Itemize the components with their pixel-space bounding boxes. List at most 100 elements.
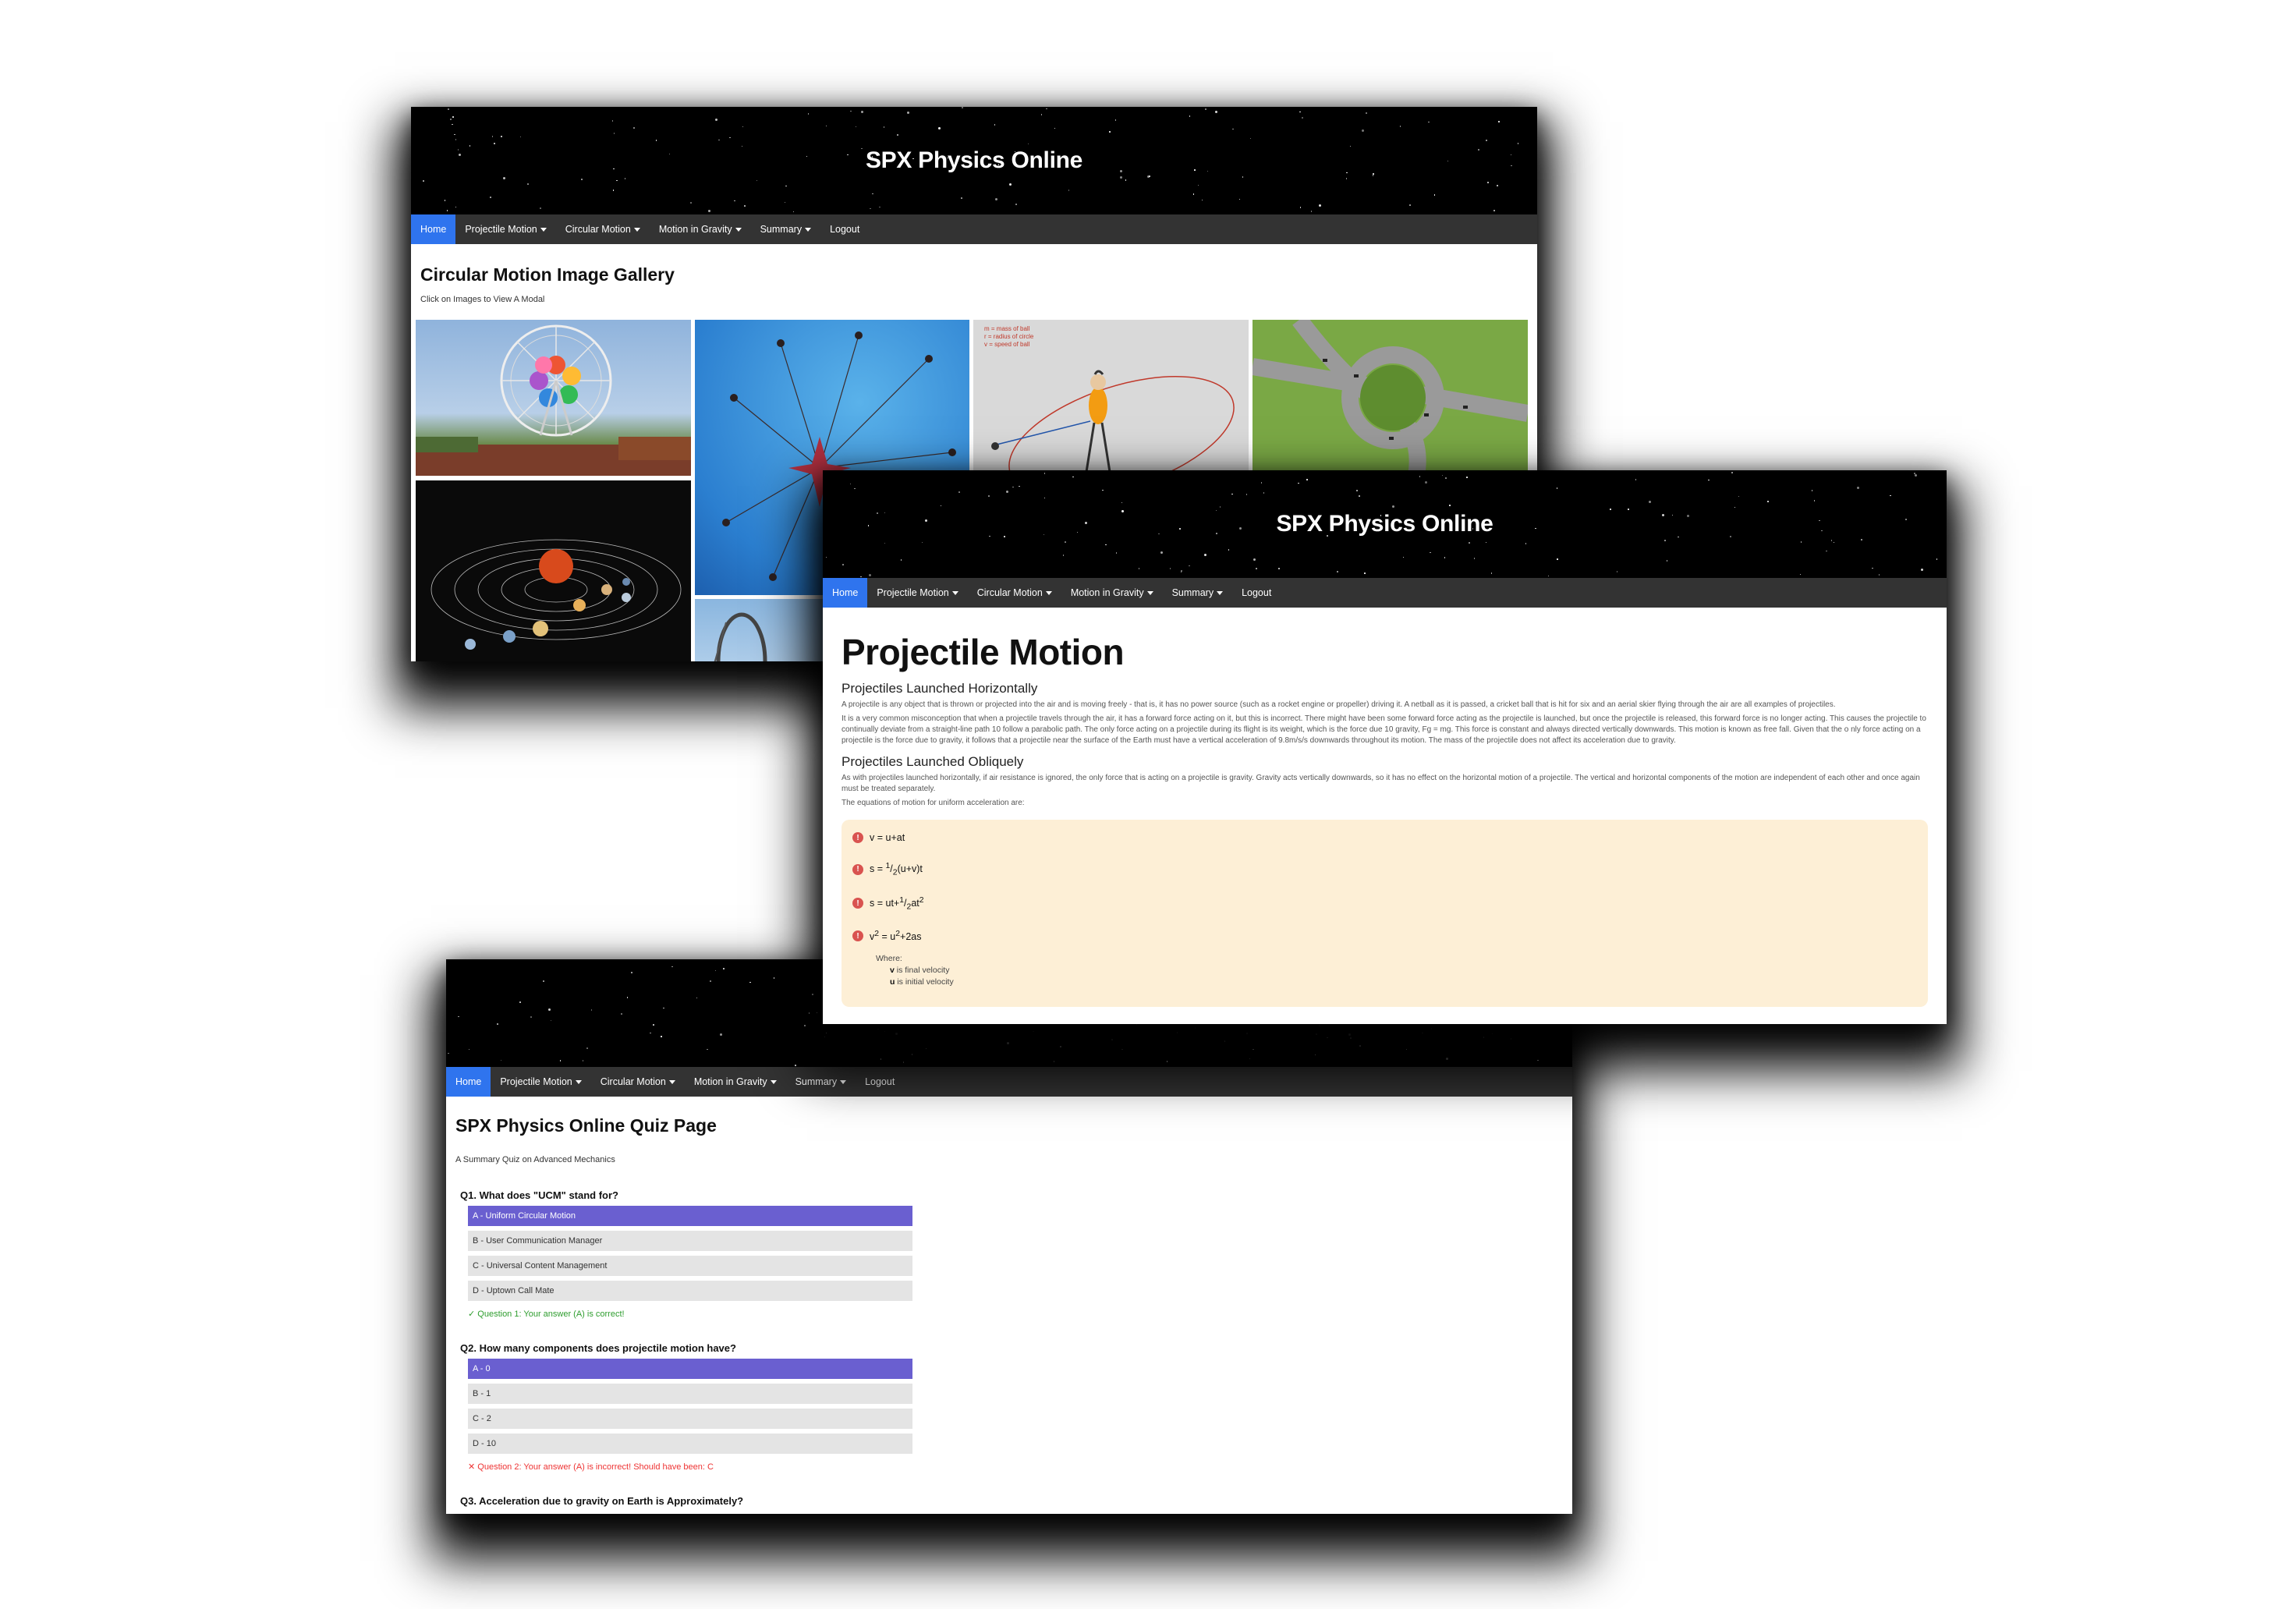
navbar: Home Projectile Motion Circular Motion M… [823,578,1947,608]
star [663,1007,664,1009]
q2-option-a[interactable]: A - 0 [468,1359,912,1379]
star [1306,479,1308,480]
image-ferris-wheel[interactable] [416,320,691,476]
q2-option-b[interactable]: B - 1 [468,1384,912,1404]
star [1121,501,1123,504]
star [690,202,692,204]
nav-logout[interactable]: Logout [820,214,869,244]
star [1483,1037,1485,1038]
nav-projectile-motion[interactable]: Projectile Motion [491,1067,590,1097]
star [1556,487,1558,489]
legend-u-symbol: u [890,977,895,987]
site-header: SPX Physics Online [823,470,1947,578]
section-heading-horizontal: Projectiles Launched Horizontally [842,681,1038,696]
star [1430,551,1431,554]
star [1121,1048,1123,1051]
q1-option-b[interactable]: B - User Communication Manager [468,1231,912,1251]
q2-option-c[interactable]: C - 2 [468,1409,912,1429]
q1-option-c[interactable]: C - Universal Content Management [468,1256,912,1276]
star [988,495,990,497]
star [1799,573,1802,576]
star [715,118,718,121]
star [1060,1046,1061,1047]
nav-circular-motion[interactable]: Circular Motion [968,578,1061,608]
gallery-title: Circular Motion Image Gallery [420,264,675,285]
star [718,139,720,141]
star [1914,473,1915,474]
nav-projectile-motion[interactable]: Projectile Motion [455,214,555,244]
equation-legend: Where: v is final velocity u is initial … [876,953,1917,988]
q2-option-d[interactable]: D - 10 [468,1434,912,1454]
nav-motion-in-gravity[interactable]: Motion in Gravity [650,214,751,244]
nav-summary[interactable]: Summary [786,1067,856,1097]
q1-option-d[interactable]: D - Uptown Call Mate [468,1281,912,1301]
star [1062,555,1065,556]
image-roundabout-aerial[interactable] [1253,320,1528,476]
star [961,197,962,199]
star [1214,110,1217,113]
nav-summary[interactable]: Summary [751,214,820,244]
star [1068,190,1070,191]
star [1510,1038,1512,1040]
star [921,541,923,544]
nav-home[interactable]: Home [411,214,456,244]
star [1319,1025,1320,1026]
nav-summary[interactable]: Summary [1163,578,1232,608]
q1-option-a[interactable]: A - Uniform Circular Motion [468,1206,912,1226]
nav-home-label: Home [832,587,859,598]
nav-home[interactable]: Home [823,578,868,608]
nav-logout[interactable]: Logout [856,1067,904,1097]
star [1205,108,1206,110]
star [850,110,852,112]
caret-down-icon [633,227,640,232]
nav-home[interactable]: Home [446,1067,491,1097]
nav-circular-label: Circular Motion [600,1076,666,1087]
star [1349,145,1352,147]
star [559,1060,562,1061]
star [1246,1033,1248,1034]
star [468,1048,470,1051]
paragraph-1: A projectile is any object that is throw… [842,700,1836,709]
alert-icon: ! [852,863,863,875]
caret-down-icon [1045,590,1052,595]
caret-down-icon [735,227,742,232]
star [1648,500,1651,503]
star [1537,1059,1539,1061]
nav-motion-in-gravity[interactable]: Motion in Gravity [1061,578,1163,608]
nav-motion-in-gravity[interactable]: Motion in Gravity [685,1067,786,1097]
star [1469,542,1470,544]
star [1253,1048,1254,1051]
star [1019,485,1020,487]
paragraph-3: As with projectiles launched horizontall… [842,774,1920,793]
star [1666,560,1668,562]
star [1734,506,1736,509]
nav-summary-label: Summary [795,1076,838,1087]
nav-logout[interactable]: Logout [1232,578,1281,608]
equation-2: ! s = 1/2(u+v)t [852,862,1917,877]
section-heading-oblique: Projectiles Launched Obliquely [842,754,1024,769]
nav-circular-label: Circular Motion [565,224,631,235]
star [612,190,615,191]
star [1256,568,1257,569]
image-solar-system[interactable] [416,480,691,661]
star [1419,476,1421,477]
star [624,178,626,179]
star [854,487,856,490]
nav-circular-label: Circular Motion [976,587,1043,598]
nav-circular-motion[interactable]: Circular Motion [591,1067,685,1097]
nav-projectile-motion[interactable]: Projectile Motion [867,578,967,608]
nav-circular-motion[interactable]: Circular Motion [556,214,650,244]
star [1359,495,1360,497]
star [631,972,632,973]
star [1224,1040,1226,1042]
star [616,179,618,182]
star [1430,1028,1433,1030]
star [1242,176,1244,178]
star [497,1023,498,1025]
star [1310,211,1313,212]
image-hammer-throw-diagram[interactable]: m = mass of ball r = radius of circle v … [973,320,1249,476]
roundabout-graphic [1253,320,1528,476]
equation-4: ! v2 = u2+2as [852,930,1917,942]
star [849,483,852,485]
star [1120,176,1123,179]
